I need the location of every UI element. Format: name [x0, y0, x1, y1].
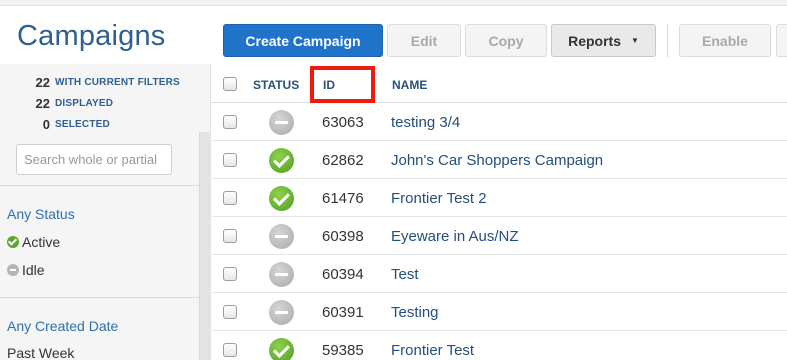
select-all-checkbox[interactable] — [223, 77, 237, 91]
date-filter-past-week[interactable]: Past Week — [7, 345, 74, 360]
count-summary: 22 with current filters 22 displayed 0 s… — [0, 72, 200, 135]
campaign-name-link[interactable]: Testing — [391, 304, 439, 321]
count-number: 22 — [35, 75, 50, 90]
idle-status-icon — [7, 264, 19, 276]
active-status-icon — [269, 148, 294, 173]
page-header: Campaigns Create Campaign Edit Copy Repo… — [0, 6, 787, 64]
sidebar-scrollbar[interactable] — [199, 132, 210, 360]
reports-dropdown-button[interactable]: Reports ▼ — [551, 24, 656, 57]
row-checkbox[interactable] — [223, 229, 237, 243]
caret-down-icon: ▼ — [630, 36, 639, 45]
column-header-name[interactable]: NAME — [392, 78, 427, 92]
table-row[interactable]: 61476 Frontier Test 2 — [212, 179, 787, 217]
filter-item-label: Idle — [22, 262, 45, 278]
id-highlight-annotation — [310, 66, 375, 103]
enable-button[interactable]: Enable — [679, 24, 771, 57]
toolbar-divider — [667, 24, 668, 57]
row-checkbox[interactable] — [223, 115, 237, 129]
filter-sidebar: 22 with current filters 22 displayed 0 s… — [0, 64, 211, 360]
count-number: 0 — [42, 117, 50, 132]
more-button[interactable] — [776, 24, 787, 57]
campaign-name-link[interactable]: Test — [391, 266, 419, 283]
active-status-icon — [269, 186, 294, 211]
status-filter-idle[interactable]: Idle — [7, 262, 45, 278]
campaign-name-link[interactable]: testing 3/4 — [391, 114, 460, 131]
campaign-id: 63063 — [322, 114, 364, 131]
campaign-name-link[interactable]: John's Car Shoppers Campaign — [391, 152, 603, 169]
table-row[interactable]: 63063 testing 3/4 — [212, 103, 787, 141]
row-checkbox[interactable] — [223, 191, 237, 205]
table-row[interactable]: 62862 John's Car Shoppers Campaign — [212, 141, 787, 179]
campaign-id: 61476 — [322, 190, 364, 207]
campaign-name-link[interactable]: Frontier Test 2 — [391, 190, 487, 207]
campaign-id: 60398 — [322, 228, 364, 245]
table-row[interactable]: 60391 Testing — [212, 293, 787, 331]
count-filtered: 22 with current filters — [0, 72, 200, 93]
campaign-id: 60394 — [322, 266, 364, 283]
row-checkbox[interactable] — [223, 305, 237, 319]
campaign-id: 59385 — [322, 342, 364, 359]
copy-button[interactable]: Copy — [465, 24, 547, 57]
active-status-icon — [269, 338, 294, 360]
count-selected: 0 selected — [0, 114, 200, 135]
column-header-status[interactable]: STATUS — [253, 78, 299, 92]
search-input[interactable] — [16, 144, 172, 175]
edit-button[interactable]: Edit — [387, 24, 461, 57]
table-header: STATUS ID NAME — [212, 64, 787, 103]
filter-item-label: Active — [22, 234, 61, 250]
campaign-name-link[interactable]: Eyeware in Aus/NZ — [391, 228, 519, 245]
reports-label: Reports — [568, 32, 621, 49]
table-row[interactable]: 59385 Frontier Test — [212, 331, 787, 360]
filter-divider — [0, 297, 199, 298]
filter-divider — [0, 185, 199, 186]
count-number: 22 — [35, 96, 50, 111]
table-row[interactable]: 60394 Test — [212, 255, 787, 293]
count-label: displayed — [55, 98, 114, 109]
row-checkbox[interactable] — [223, 153, 237, 167]
row-checkbox[interactable] — [223, 267, 237, 281]
page-title: Campaigns — [17, 20, 166, 52]
count-label: with current filters — [55, 77, 180, 88]
campaign-name-link[interactable]: Frontier Test — [391, 342, 474, 359]
campaign-id: 60391 — [322, 304, 364, 321]
campaign-id: 62862 — [322, 152, 364, 169]
create-campaign-button[interactable]: Create Campaign — [223, 24, 383, 57]
count-label: selected — [55, 119, 110, 130]
active-status-icon — [7, 236, 19, 248]
idle-status-icon — [269, 262, 294, 287]
idle-status-icon — [269, 110, 294, 135]
count-displayed: 22 displayed — [0, 93, 200, 114]
idle-status-icon — [269, 300, 294, 325]
idle-status-icon — [269, 224, 294, 249]
status-filter-any[interactable]: Any Status — [7, 206, 75, 222]
row-checkbox[interactable] — [223, 343, 237, 357]
status-filter-active[interactable]: Active — [7, 234, 60, 250]
campaigns-table: STATUS ID NAME 63063 testing 3/4 62862 J… — [212, 64, 787, 360]
table-row[interactable]: 60398 Eyeware in Aus/NZ — [212, 217, 787, 255]
date-filter-any[interactable]: Any Created Date — [7, 318, 118, 334]
